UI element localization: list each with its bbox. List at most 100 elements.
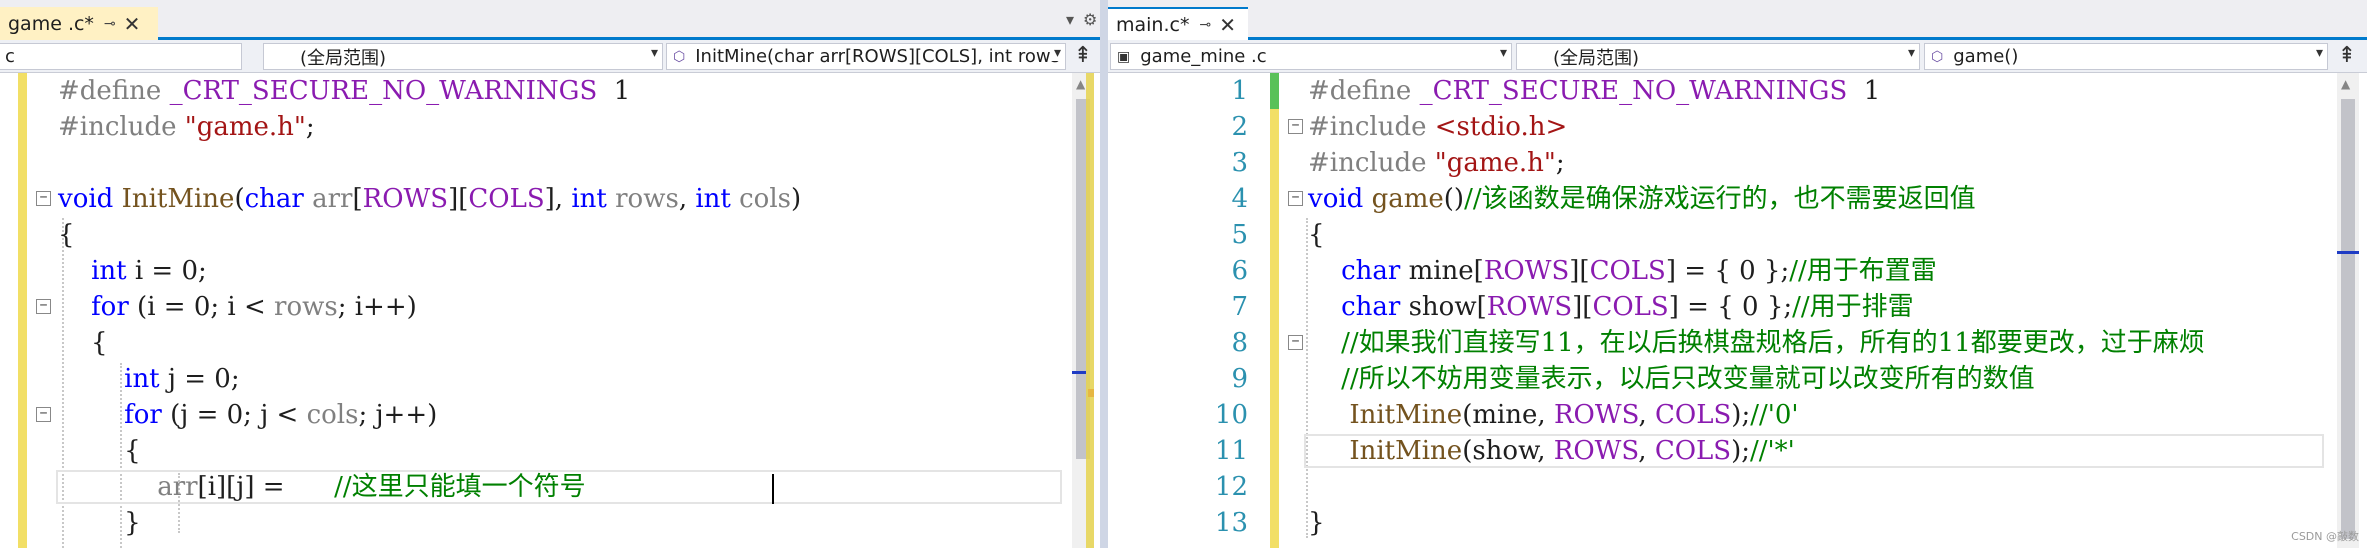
scope-dropdown[interactable]: (全局范围) ▾ <box>1516 43 1920 70</box>
code-line[interactable]: } <box>58 505 141 541</box>
fold-toggle[interactable]: − <box>36 299 51 314</box>
code-token: ][ <box>448 184 469 214</box>
fold-toggle[interactable]: − <box>1288 119 1303 134</box>
scroll-up-icon[interactable]: ▲ <box>1076 77 1085 91</box>
code-line[interactable]: InitMine(show, ROWS, COLS);//'*' <box>1308 433 1795 469</box>
tab-main-c[interactable]: main.c* ⊸ ✕ <box>1108 7 1248 40</box>
code-line[interactable]: char mine[ROWS][COLS] = { 0 };//用于布置雷 <box>1308 253 1937 289</box>
code-line[interactable]: char show[ROWS][COLS] = { 0 };//用于排雷 <box>1308 289 1914 325</box>
fold-toggle[interactable]: − <box>36 407 51 422</box>
code-token: #include <box>1308 112 1435 142</box>
close-icon[interactable]: ✕ <box>1219 13 1236 37</box>
line-number: 6 <box>1231 256 1248 286</box>
fold-toggle[interactable]: − <box>1288 191 1303 206</box>
code-line[interactable]: void InitMine(char arr[ROWS][COLS], int … <box>58 181 801 217</box>
code-line[interactable]: int j = 0; <box>58 361 239 397</box>
code-token: _CRT_SECURE_NO_WARNINGS <box>169 76 598 106</box>
project-dropdown[interactable]: c <box>0 43 242 70</box>
code-token: //用于排雷 <box>1792 292 1914 322</box>
dropdown-tabs-icon[interactable]: ▾ <box>1066 10 1074 29</box>
member-dropdown[interactable]: ⬡ game() ▾ <box>1924 43 2328 70</box>
left-editor-pane: game .c* ⊸ ✕ ▾ ⚙ c (全局范围) ▾ ⬡ InitMine(c… <box>0 0 1100 548</box>
pane-splitter[interactable] <box>1100 0 1108 548</box>
code-token: void <box>1308 184 1372 214</box>
scroll-up-icon[interactable]: ▲ <box>2341 77 2350 91</box>
code-token: { <box>58 436 141 466</box>
code-token: 1 <box>597 76 631 106</box>
code-token: } <box>58 508 141 538</box>
code-line[interactable]: { <box>58 433 141 469</box>
tab-game-c[interactable]: game .c* ⊸ ✕ <box>0 7 158 40</box>
code-token: mine[ <box>1408 256 1484 286</box>
project-dropdown-value: c <box>5 46 15 67</box>
code-line[interactable]: { <box>58 325 108 361</box>
code-token: cols <box>739 184 791 214</box>
code-token: #define <box>1308 76 1420 106</box>
code-line[interactable]: //所以不妨用变量表示，以后只改变量就可以改变所有的数值 <box>1308 361 2035 397</box>
line-number: 1 <box>1231 76 1248 106</box>
project-dropdown[interactable]: ▣ game_mine .c ▾ <box>1110 43 1512 70</box>
pin-icon[interactable]: ⊸ <box>104 16 116 32</box>
code-token: InitMine <box>1349 436 1463 466</box>
code-token: rows <box>615 184 679 214</box>
line-number: 2 <box>1231 112 1248 142</box>
chevron-down-icon: ▾ <box>647 45 658 61</box>
code-line[interactable]: int i = 0; <box>58 253 207 289</box>
left-code-editor[interactable]: − − − #define _CRT_SECURE_NO_WARNINGS 1 #… <box>0 73 1100 548</box>
code-token: ( <box>234 184 245 214</box>
right-code-editor[interactable]: − − − 1 2 3 4 5 6 7 8 9 10 11 12 13 #define _CRT_SEC… <box>1108 73 2367 548</box>
code-line[interactable]: for (i = 0; i < rows; i++) <box>58 289 417 325</box>
code-token: (show, <box>1462 436 1554 466</box>
code-token: { <box>58 220 75 250</box>
right-tab-strip: main.c* ⊸ ✕ <box>1108 0 2367 40</box>
code-line[interactable]: InitMine(mine, ROWS, COLS);//'0' <box>1308 397 1798 433</box>
split-editor-icon[interactable]: ⇞ <box>1070 43 1096 70</box>
unsaved-changes-bar <box>1270 73 1279 548</box>
code-token: , <box>1638 400 1655 430</box>
code-line[interactable]: #define _CRT_SECURE_NO_WARNINGS 1 <box>58 73 630 109</box>
code-line[interactable]: { <box>1308 217 1325 253</box>
code-token: for <box>91 292 138 322</box>
code-line[interactable]: arr[i][j] = //这里只能填一个符号 <box>58 469 585 505</box>
code-line[interactable]: #include "game.h"; <box>58 109 315 145</box>
chevron-down-icon: ▾ <box>1496 45 1507 61</box>
code-token: arr <box>312 184 353 214</box>
code-token: ] = { 0 }; <box>1665 256 1790 286</box>
right-editor-pane: main.c* ⊸ ✕ ▣ game_mine .c ▾ (全局范围) ▾ ⬡ … <box>1108 0 2367 548</box>
code-line[interactable]: #include <stdio.h> <box>1308 109 1567 145</box>
code-token: InitMine <box>1349 400 1463 430</box>
code-token: , <box>678 184 696 214</box>
right-vertical-scrollbar[interactable]: ▲ <box>2337 73 2359 548</box>
code-line[interactable]: //如果我们直接写11，在以后换棋盘规格后，所有的11都要更改，过于麻烦 <box>1308 325 2205 361</box>
line-number: 12 <box>1214 472 1248 502</box>
code-line[interactable]: void game()//该函数是确保游戏运行的，也不需要返回值 <box>1308 181 1976 217</box>
code-token: ROWS <box>1553 400 1639 430</box>
code-line[interactable]: { <box>58 217 75 253</box>
pin-icon[interactable]: ⊸ <box>1199 17 1211 33</box>
line-number: 11 <box>1214 436 1248 466</box>
gear-icon[interactable]: ⚙ <box>1083 10 1097 29</box>
line-number: 10 <box>1214 400 1248 430</box>
code-token: ROWS <box>1486 292 1573 322</box>
code-token: ) <box>791 184 802 214</box>
left-tab-strip: game .c* ⊸ ✕ ▾ ⚙ <box>0 0 1100 40</box>
code-token: (j = 0; j < <box>170 400 307 430</box>
scope-dropdown[interactable]: (全局范围) ▾ <box>263 43 663 70</box>
code-line[interactable]: } <box>1308 505 1325 541</box>
scrollbar-thumb[interactable] <box>2341 99 2355 539</box>
close-icon[interactable]: ✕ <box>124 12 141 36</box>
member-dropdown[interactable]: ⬡ InitMine(char arr[ROWS][COLS], int row… <box>666 43 1066 70</box>
code-line[interactable]: #include "game.h"; <box>1308 145 1565 181</box>
fold-toggle[interactable]: − <box>1288 335 1303 350</box>
code-line[interactable]: for (j = 0; j < cols; j++) <box>58 397 437 433</box>
fold-toggle[interactable]: − <box>36 191 51 206</box>
code-line[interactable]: #define _CRT_SECURE_NO_WARNINGS 1 <box>1308 73 1880 109</box>
left-vertical-scrollbar[interactable]: ▲ <box>1072 73 1094 548</box>
caret-position-marker <box>2337 251 2359 254</box>
split-editor-icon[interactable]: ⇞ <box>2334 43 2360 70</box>
